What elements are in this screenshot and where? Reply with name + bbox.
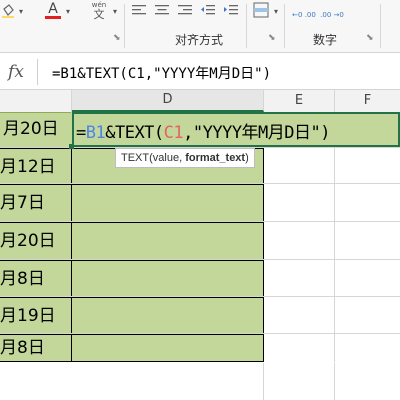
cell-reference-c1: C1	[163, 123, 184, 143]
cell-d3[interactable]	[72, 184, 264, 221]
cell-f5[interactable]	[335, 260, 400, 296]
formula-input[interactable]: =B1&TEXT(C1,"YYYY年M月D日")	[52, 63, 271, 83]
cell-c5[interactable]: 月8日	[0, 260, 72, 296]
cell-c4[interactable]: 月20日	[0, 222, 72, 259]
cell-f4[interactable]	[335, 222, 400, 259]
decrease-decimal-icon[interactable]: .00 →0	[320, 4, 344, 26]
indent-decrease-icon[interactable]	[199, 2, 217, 18]
dialog-launcher-icon[interactable]: ⬊	[268, 34, 277, 43]
table-row: 月20日	[0, 222, 400, 260]
cell-c1[interactable]: 月20日	[0, 112, 71, 147]
cell-e3[interactable]	[264, 184, 335, 221]
cell-e8[interactable]	[264, 363, 335, 400]
chevron-down-icon[interactable]: ▾	[271, 4, 281, 18]
cell-e7[interactable]	[264, 334, 335, 362]
cell-d7[interactable]	[72, 334, 264, 362]
cell-c2[interactable]: 月12日	[0, 148, 72, 183]
font-color-swatch	[45, 16, 61, 19]
increase-decimal-icon[interactable]: ←0 .00	[292, 4, 316, 26]
cell-c7[interactable]: 月8日	[0, 334, 72, 362]
cell-e2[interactable]	[264, 148, 335, 183]
cell-f3[interactable]	[335, 184, 400, 221]
paint-bucket-icon[interactable]	[0, 2, 16, 20]
alignment-group-label: 对齐方式	[175, 33, 224, 47]
font-color-letter: A	[48, 1, 58, 17]
formula-bar-divider	[37, 59, 38, 85]
dialog-launcher-icon[interactable]: ⬊	[366, 34, 375, 43]
column-header-d[interactable]: D	[72, 90, 264, 112]
cell-f7[interactable]	[335, 334, 400, 362]
wrap-merge-icon[interactable]	[251, 0, 271, 20]
number-group-label: 数字	[313, 33, 338, 47]
function-tooltip[interactable]: TEXT(value, format_text)	[115, 148, 255, 168]
chevron-down-icon[interactable]: ▾	[16, 4, 26, 18]
cell-e4[interactable]	[264, 222, 335, 259]
table-row: 月8日	[0, 260, 400, 297]
cell-d5[interactable]	[72, 260, 264, 296]
tooltip-current-arg: format_text	[185, 152, 246, 164]
cell-formula-text[interactable]: =B1&TEXT(C1,"YYYY年M月D日")	[76, 118, 330, 143]
cell-e5[interactable]	[264, 260, 335, 296]
indent-increase-icon[interactable]	[222, 2, 240, 18]
phonetic-guide-icon[interactable]: wén 文	[88, 0, 110, 21]
table-row: 月7日	[0, 184, 400, 222]
active-cell-d1[interactable]: =B1&TEXT(C1,"YYYY年M月D日")	[72, 112, 400, 147]
align-left-icon[interactable]	[130, 2, 148, 18]
table-row: 月19日	[0, 297, 400, 334]
column-header-e[interactable]: E	[264, 90, 335, 112]
cell-d4[interactable]	[72, 222, 264, 259]
column-header-f[interactable]: F	[335, 90, 400, 112]
chevron-down-icon[interactable]: ▾	[63, 4, 73, 18]
cell-c6[interactable]: 月19日	[0, 297, 72, 333]
cell-c3[interactable]: 月7日	[0, 184, 72, 221]
cell-f6[interactable]	[335, 297, 400, 333]
column-header-c[interactable]	[0, 90, 72, 112]
ribbon: ▾ A ▾ wén 文 ▾ ▾ ←0 .00 .00 →0 ⬊ 对齐方式 ⬊ 数…	[0, 0, 400, 53]
formula-bar: fx =B1&TEXT(C1,"YYYY年M月D日")	[0, 53, 400, 90]
table-row: 月8日	[0, 334, 400, 362]
dialog-launcher-icon[interactable]: ⬊	[113, 34, 122, 43]
spreadsheet-grid: D E F 月20日 月12日 月7日 月20日 月8日 月19日 月8日 =B…	[0, 90, 400, 400]
table-row	[0, 363, 400, 400]
cell-reference-b1: B1	[85, 123, 106, 143]
cell-f2[interactable]	[335, 148, 400, 183]
cell-d6[interactable]	[72, 297, 264, 333]
cell-e6[interactable]	[264, 297, 335, 333]
column-headers: D E F	[0, 90, 400, 113]
align-center-icon[interactable]	[153, 2, 171, 18]
align-right-icon[interactable]	[176, 2, 194, 18]
fill-handle[interactable]	[69, 144, 74, 149]
insert-function-icon[interactable]: fx	[1, 60, 31, 84]
chevron-down-icon[interactable]: ▾	[110, 4, 120, 18]
cell-d8[interactable]	[71, 363, 264, 400]
